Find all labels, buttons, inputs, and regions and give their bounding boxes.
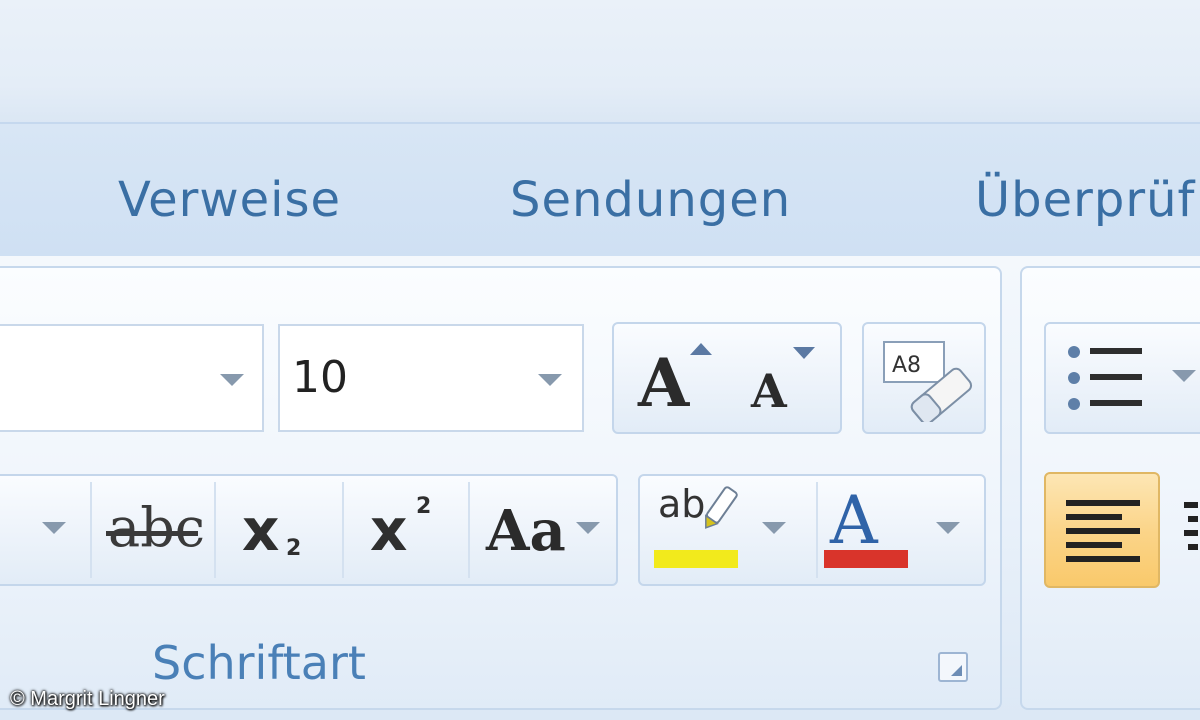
chevron-down-icon[interactable]: [936, 522, 960, 534]
clear-format-glyph: A8: [892, 353, 921, 378]
clear-formatting-button[interactable]: A8: [862, 322, 986, 434]
font-name-combobox[interactable]: [0, 324, 264, 432]
text-effects-buttons: abc x 2 x 2 Aa: [0, 474, 618, 586]
chevron-down-icon[interactable]: [538, 374, 562, 386]
align-center-button[interactable]: [1178, 498, 1198, 558]
font-group-label: Schriftart: [152, 636, 366, 690]
superscript-mark: 2: [416, 494, 432, 519]
highlight-color-swatch: [654, 550, 738, 568]
highlighter-pen-icon: [705, 486, 738, 529]
change-case-icon: Aa: [486, 498, 566, 564]
tab-sendungen[interactable]: Sendungen: [510, 172, 791, 228]
font-color-icon: A: [830, 482, 878, 559]
ribbon-tab-strip: Verweise Sendungen Überprüf: [0, 122, 1200, 258]
paragraph-group: [1020, 266, 1200, 710]
watermark: © Margrit Lingner: [10, 688, 165, 710]
align-center-icon: [1184, 502, 1198, 550]
superscript-button[interactable]: x 2: [344, 476, 468, 584]
superscript-icon: x: [370, 496, 408, 564]
title-bar: [0, 0, 1200, 122]
ribbon: 10 A A A8 abc x 2 x 2 Aa ab A Schriftart: [0, 256, 1200, 720]
strikethrough-icon: [106, 531, 198, 536]
strikethrough-button[interactable]: abc: [92, 476, 214, 584]
chevron-down-icon[interactable]: [576, 522, 600, 534]
align-left-button[interactable]: [1044, 472, 1160, 588]
chevron-down-icon[interactable]: [42, 522, 66, 534]
font-size-combobox[interactable]: 10: [278, 324, 584, 432]
shrink-font-icon: A: [751, 364, 787, 418]
shrink-font-button[interactable]: A: [729, 324, 844, 432]
font-color-swatch: [824, 550, 908, 568]
text-highlight-button[interactable]: ab: [640, 476, 816, 584]
arrow-up-icon: [690, 343, 712, 355]
chevron-down-icon[interactable]: [1172, 370, 1196, 382]
font-size-value: 10: [292, 352, 348, 403]
eraser-icon: A8: [883, 341, 973, 422]
tab-ueberpruefen[interactable]: Überprüf: [975, 172, 1195, 228]
subscript-mark: 2: [286, 536, 302, 561]
grow-font-icon: A: [638, 344, 690, 422]
bullet-list-icon: [1068, 346, 1142, 410]
subscript-button[interactable]: x 2: [216, 476, 342, 584]
color-buttons: ab A: [638, 474, 986, 586]
chevron-down-icon[interactable]: [762, 522, 786, 534]
chevron-down-icon[interactable]: [220, 374, 244, 386]
font-color-button[interactable]: A: [818, 476, 988, 584]
align-left-icon: [1066, 500, 1140, 562]
bullets-button[interactable]: [1044, 322, 1200, 434]
strikethrough-glyph: abc: [108, 496, 206, 559]
subscript-icon: x: [242, 496, 280, 564]
font-dialog-launcher-icon[interactable]: [938, 652, 968, 682]
tab-verweise[interactable]: Verweise: [118, 172, 341, 228]
change-case-button[interactable]: Aa: [470, 476, 618, 584]
grow-font-button[interactable]: A: [614, 324, 729, 432]
font-size-buttons: A A: [612, 322, 842, 434]
arrow-down-icon: [793, 347, 815, 359]
font-group: 10 A A A8 abc x 2 x 2 Aa ab A Schriftart: [0, 266, 1002, 710]
